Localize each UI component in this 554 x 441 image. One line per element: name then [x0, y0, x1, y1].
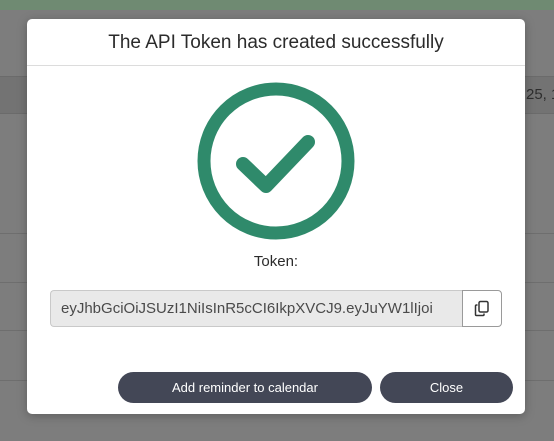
- copy-icon: [474, 300, 489, 317]
- token-label: Token:: [253, 253, 299, 270]
- check-circle-icon: [197, 82, 355, 240]
- token-input[interactable]: [50, 290, 462, 327]
- token-created-dialog: The API Token has created successfully T…: [27, 19, 525, 414]
- copy-token-button[interactable]: [462, 290, 502, 327]
- dialog-header: The API Token has created successfully: [27, 19, 525, 66]
- background-top-bar: [0, 0, 554, 10]
- token-field-group: [50, 290, 502, 327]
- dialog-title: The API Token has created successfully: [108, 32, 444, 53]
- background-text-fragment: 25, 1: [526, 86, 554, 103]
- close-button[interactable]: Close: [380, 372, 513, 403]
- add-reminder-button[interactable]: Add reminder to calendar: [118, 372, 372, 403]
